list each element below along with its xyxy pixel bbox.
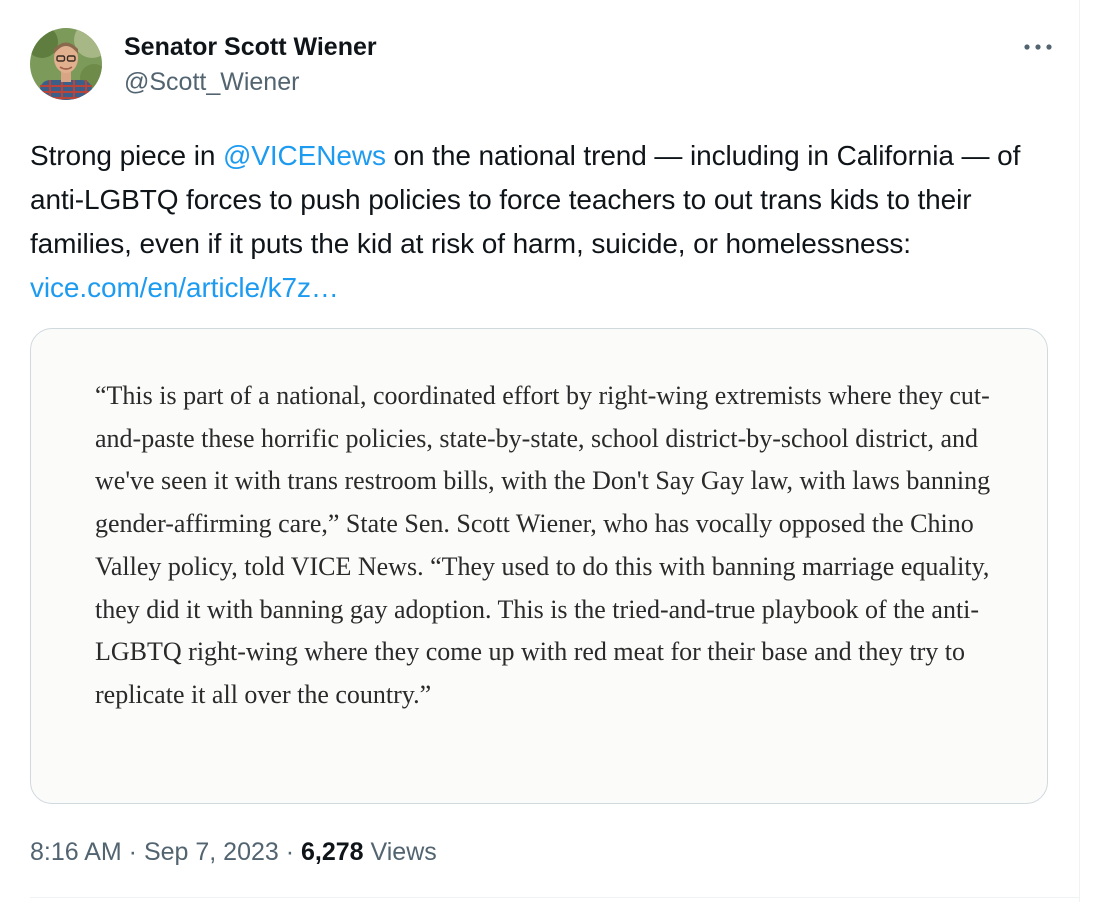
meta-separator: · xyxy=(278,838,302,866)
tweet-time[interactable]: 8:16 AM xyxy=(30,838,122,866)
more-horizontal-icon xyxy=(1024,44,1052,50)
tweet-date[interactable]: Sep 7, 2023 xyxy=(144,838,279,866)
quote-image-card[interactable]: “This is part of a national, coordinated… xyxy=(30,328,1048,804)
quote-excerpt: “This is part of a national, coordinated… xyxy=(95,381,991,709)
tweet-meta: 8:16 AM · Sep 7, 2023 · 6,278 Views xyxy=(30,834,437,870)
avatar-image xyxy=(30,28,102,100)
more-options-button[interactable] xyxy=(1020,32,1056,62)
timeline-border xyxy=(1079,0,1080,902)
views-count: 6,278 xyxy=(301,838,364,866)
article-link[interactable]: vice.com/en/article/k7z… xyxy=(30,272,339,303)
mention-link[interactable]: @VICENews xyxy=(223,140,386,171)
author-display-name[interactable]: Senator Scott Wiener xyxy=(124,30,377,64)
author-avatar[interactable] xyxy=(30,28,102,100)
author-handle[interactable]: @Scott_Wiener xyxy=(124,64,377,100)
author-names: Senator Scott Wiener @Scott_Wiener xyxy=(124,30,377,100)
views-label: Views xyxy=(363,838,437,866)
footer-divider xyxy=(30,897,1079,898)
tweet-text-intro: Strong piece in xyxy=(30,140,223,171)
meta-separator: · xyxy=(121,838,144,866)
tweet-text: Strong piece in @VICENews on the nationa… xyxy=(30,134,1040,310)
tweet-header: Senator Scott Wiener @Scott_Wiener xyxy=(30,28,1060,104)
